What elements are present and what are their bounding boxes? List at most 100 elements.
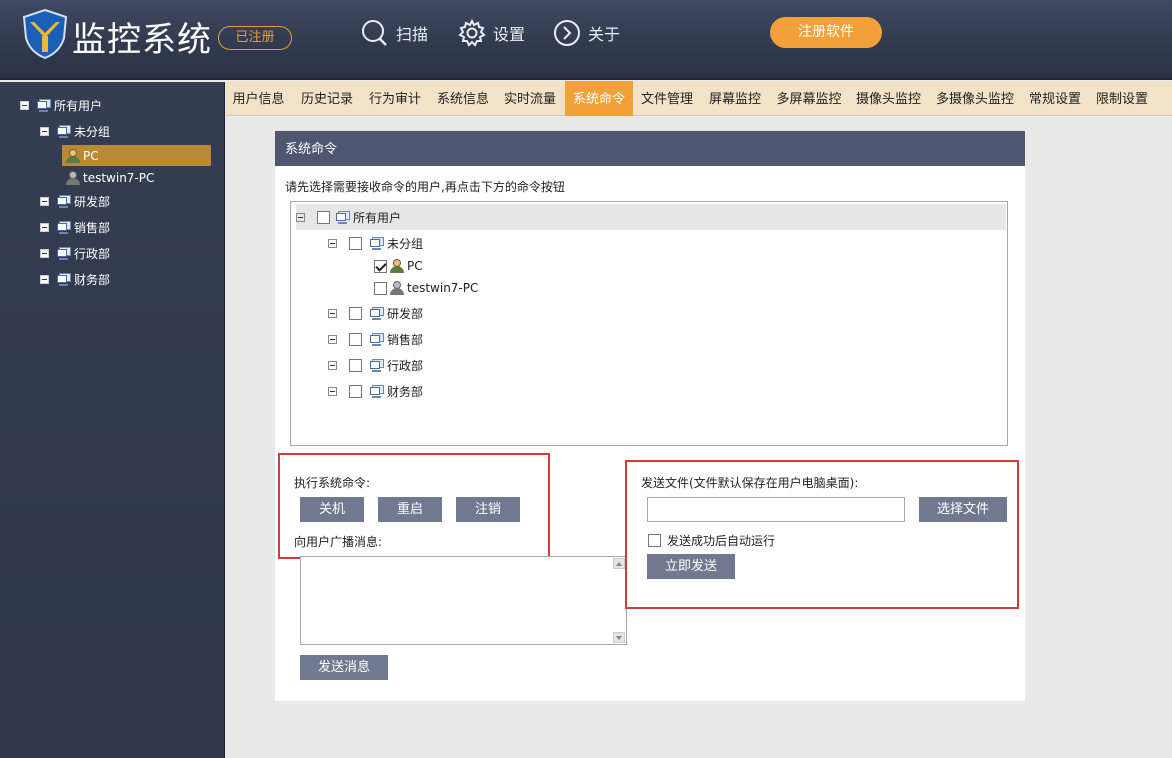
tab-multi-camera-monitor[interactable]: 多摄像头监控 (929, 81, 1021, 116)
system-command-panel: 系统命令 请先选择需要接收命令的用户,再点击下方的命令按钮 所有用户 未分组 P… (275, 131, 1025, 701)
broadcast-message-input[interactable] (300, 556, 627, 645)
checkbox-all-users[interactable] (317, 210, 330, 224)
search-icon (362, 20, 387, 46)
tree-node-rnd[interactable]: 研发部 (328, 305, 423, 322)
collapse-icon[interactable] (328, 387, 337, 396)
shutdown-button[interactable]: 关机 (300, 497, 364, 522)
sidebar-node-sales[interactable]: 销售部 (40, 219, 110, 236)
tree-user-pc[interactable]: PC (374, 259, 423, 273)
autorun-checkbox[interactable] (648, 534, 661, 547)
computer-group-icon (57, 125, 71, 138)
sidebar-node-all-users[interactable]: 所有用户 (20, 97, 102, 114)
tab-restriction-settings[interactable]: 限制设置 (1089, 81, 1155, 116)
collapse-icon[interactable] (40, 127, 49, 136)
instruction-text: 请先选择需要接收命令的用户,再点击下方的命令按钮 (285, 180, 565, 194)
tab-behavior-audit[interactable]: 行为审计 (362, 81, 428, 116)
tree-user-testwin7[interactable]: testwin7-PC (374, 281, 478, 295)
tab-realtime-traffic[interactable]: 实时流量 (497, 81, 563, 116)
collapse-icon[interactable] (40, 275, 49, 284)
collapse-icon[interactable] (328, 239, 337, 248)
checkbox-rnd[interactable] (349, 307, 362, 320)
checkbox-ungrouped[interactable] (349, 237, 362, 250)
tree-node-all-users[interactable]: 所有用户 (296, 204, 1006, 230)
tree-user-label: PC (407, 259, 423, 273)
checkbox-admin[interactable] (349, 359, 362, 372)
sidebar-user-label: PC (83, 148, 99, 163)
tab-system-command[interactable]: 系统命令 (565, 81, 633, 116)
collapse-icon[interactable] (328, 361, 337, 370)
user-icon (65, 171, 81, 185)
restart-button[interactable]: 重启 (378, 497, 442, 522)
collapse-icon[interactable] (328, 309, 337, 318)
nav-settings[interactable]: 设置 (457, 18, 525, 48)
sidebar-user-testwin7[interactable]: testwin7-PC (65, 171, 154, 185)
sidebar-node-label: 销售部 (74, 221, 111, 235)
sidebar-node-finance[interactable]: 财务部 (40, 271, 110, 288)
checkbox-pc[interactable] (374, 259, 387, 273)
panel-title: 系统命令 (275, 131, 1025, 166)
collapse-icon[interactable] (328, 335, 337, 344)
nav-scan[interactable]: 扫描 (360, 18, 428, 48)
tab-user-info[interactable]: 用户信息 (226, 81, 291, 116)
computer-group-icon (57, 247, 71, 260)
app-title: 监控系统 (72, 20, 212, 60)
computer-group-icon (37, 99, 51, 112)
sidebar-user-pc[interactable]: PC (62, 145, 211, 166)
computer-group-icon (57, 273, 71, 286)
tab-multi-screen-monitor[interactable]: 多屏幕监控 (770, 81, 848, 116)
tree-node-admin[interactable]: 行政部 (328, 357, 423, 374)
tree-node-ungrouped[interactable]: 未分组 (328, 235, 423, 252)
tab-file-management[interactable]: 文件管理 (634, 81, 700, 116)
tab-general-settings[interactable]: 常规设置 (1023, 81, 1087, 116)
tree-node-label: 行政部 (387, 359, 424, 373)
tab-screen-monitor[interactable]: 屏幕监控 (702, 81, 768, 116)
tab-history[interactable]: 历史记录 (294, 81, 360, 116)
collapse-icon[interactable] (40, 197, 49, 206)
choose-file-button[interactable]: 选择文件 (919, 497, 1007, 522)
sidebar-node-admin[interactable]: 行政部 (40, 245, 110, 262)
collapse-icon[interactable] (40, 223, 49, 232)
sidebar-user-label: testwin7-PC (83, 171, 155, 185)
nav-about[interactable]: 关于 (552, 18, 620, 48)
computer-group-icon (370, 307, 384, 320)
sidebar-node-rnd[interactable]: 研发部 (40, 193, 110, 210)
autorun-label: 发送成功后自动运行 (667, 534, 776, 548)
checkbox-testwin7[interactable] (374, 281, 387, 295)
computer-group-icon (57, 195, 71, 208)
nav-about-label: 关于 (588, 25, 621, 44)
user-icon (65, 148, 81, 163)
collapse-icon[interactable] (296, 212, 305, 222)
scroll-down-icon[interactable] (613, 632, 625, 643)
send-now-button[interactable]: 立即发送 (647, 554, 735, 579)
checkbox-finance[interactable] (349, 385, 362, 398)
send-file-label: 发送文件(文件默认保存在用户电脑桌面): (641, 476, 859, 490)
checkbox-sales[interactable] (349, 333, 362, 346)
exec-command-label: 执行系统命令: (294, 476, 371, 490)
user-tree-sidebar: 所有用户 未分组 PC testwin7-PC 研发部 销售部 行政部 财务部 (0, 82, 225, 758)
send-message-button[interactable]: 发送消息 (300, 655, 388, 680)
collapse-icon[interactable] (20, 101, 29, 110)
chevron-right-circle-icon (554, 20, 580, 46)
tree-node-label: 销售部 (387, 333, 424, 347)
autorun-option[interactable]: 发送成功后自动运行 (648, 532, 775, 549)
sidebar-node-label: 所有用户 (54, 99, 103, 113)
computer-group-icon (370, 333, 384, 346)
tree-node-label: 未分组 (387, 237, 424, 251)
gear-icon (458, 18, 486, 47)
computer-group-icon (336, 210, 350, 224)
tab-system-info[interactable]: 系统信息 (430, 81, 496, 116)
register-software-button[interactable]: 注册软件 (770, 17, 882, 48)
nav-scan-label: 扫描 (396, 25, 429, 44)
tree-node-label: 研发部 (387, 307, 424, 321)
sidebar-node-label: 未分组 (74, 125, 111, 139)
sidebar-node-ungrouped[interactable]: 未分组 (40, 123, 110, 140)
scroll-up-icon[interactable] (613, 558, 625, 569)
tab-camera-monitor[interactable]: 摄像头监控 (850, 81, 927, 116)
tree-node-finance[interactable]: 财务部 (328, 383, 423, 400)
collapse-icon[interactable] (40, 249, 49, 258)
app-header: 监控系统 已注册 扫描 设置 关于 注册软件 (0, 0, 1172, 80)
tree-node-sales[interactable]: 销售部 (328, 331, 423, 348)
file-path-input[interactable] (647, 497, 905, 522)
logoff-button[interactable]: 注销 (456, 497, 520, 522)
tree-node-label: 财务部 (387, 385, 424, 399)
